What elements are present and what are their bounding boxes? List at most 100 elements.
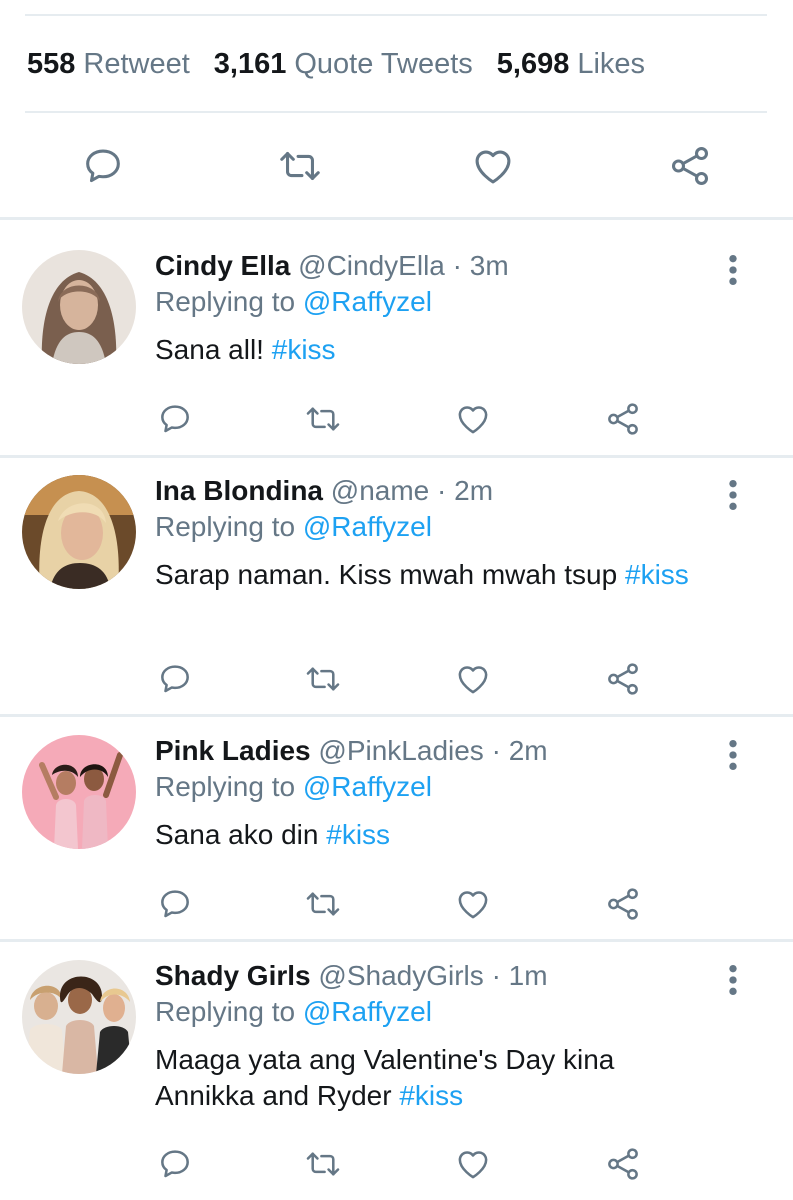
vertical-dots-icon bbox=[727, 963, 739, 997]
reply-header: Pink Ladies @PinkLadies · 2m bbox=[155, 735, 548, 767]
likes-label[interactable]: Likes bbox=[577, 48, 645, 80]
reply-button[interactable] bbox=[153, 1142, 197, 1186]
reply-actions bbox=[0, 657, 793, 701]
reply-button[interactable] bbox=[77, 140, 129, 192]
hashtag-link[interactable]: #kiss bbox=[399, 1080, 463, 1111]
share-nodes-icon bbox=[604, 885, 642, 923]
retweet-arrows-icon bbox=[304, 660, 342, 698]
reply-button[interactable] bbox=[153, 882, 197, 926]
like-button[interactable] bbox=[467, 140, 519, 192]
tweet-text: Sana all! #kiss bbox=[155, 332, 715, 368]
replying-to-label: Replying to bbox=[155, 771, 296, 802]
hashtag-link[interactable]: #kiss bbox=[272, 334, 336, 365]
hashtag-link[interactable]: #kiss bbox=[326, 819, 390, 850]
heart-icon bbox=[454, 400, 492, 438]
speech-bubble-icon bbox=[156, 400, 194, 438]
user-handle[interactable]: @ShadyGirls bbox=[318, 960, 483, 991]
retweet-button[interactable] bbox=[301, 1142, 345, 1186]
retweet-button[interactable] bbox=[301, 882, 345, 926]
reply-button[interactable] bbox=[153, 657, 197, 701]
timestamp[interactable]: · 1m bbox=[492, 960, 548, 991]
tweet-text-content: Maaga yata ang Valentine's Day kina Anni… bbox=[155, 1044, 615, 1111]
vertical-dots-icon bbox=[727, 478, 739, 512]
retweet-button[interactable] bbox=[301, 397, 345, 441]
display-name[interactable]: Pink Ladies bbox=[155, 735, 311, 766]
like-button[interactable] bbox=[451, 1142, 495, 1186]
tweet-text-content: Sana all! bbox=[155, 334, 264, 365]
avatar-photo bbox=[22, 475, 136, 589]
replying-to-label: Replying to bbox=[155, 511, 296, 542]
replying-to: Replying to @Raffyzel bbox=[155, 511, 432, 543]
avatar[interactable] bbox=[22, 960, 136, 1074]
display-name[interactable]: Cindy Ella bbox=[155, 250, 290, 281]
tweet-text-content: Sarap naman. Kiss mwah mwah tsup bbox=[155, 559, 618, 590]
retweet-arrows-icon bbox=[304, 1145, 342, 1183]
quote-tweets-count[interactable]: 3,161 bbox=[214, 48, 287, 80]
reply-actions bbox=[0, 1142, 793, 1186]
reply-button[interactable] bbox=[153, 397, 197, 441]
share-button[interactable] bbox=[664, 140, 716, 192]
share-button[interactable] bbox=[601, 1142, 645, 1186]
more-options-button[interactable] bbox=[718, 475, 748, 515]
like-button[interactable] bbox=[451, 882, 495, 926]
reply-actions bbox=[0, 882, 793, 926]
tweet-text: Sarap naman. Kiss mwah mwah tsup #kiss bbox=[155, 557, 715, 593]
speech-bubble-icon bbox=[156, 885, 194, 923]
tweet-text-content: Sana ako din bbox=[155, 819, 319, 850]
avatar[interactable] bbox=[22, 735, 136, 849]
display-name[interactable]: Shady Girls bbox=[155, 960, 311, 991]
avatar[interactable] bbox=[22, 250, 136, 364]
divider bbox=[0, 714, 793, 717]
timestamp[interactable]: · 2m bbox=[437, 475, 493, 506]
replying-to: Replying to @Raffyzel bbox=[155, 996, 432, 1028]
user-handle[interactable]: @CindyElla bbox=[298, 250, 445, 281]
share-nodes-icon bbox=[604, 400, 642, 438]
like-button[interactable] bbox=[451, 397, 495, 441]
share-button[interactable] bbox=[601, 657, 645, 701]
likes-count[interactable]: 5,698 bbox=[497, 48, 570, 80]
tweet-text: Maaga yata ang Valentine's Day kina Anni… bbox=[155, 1042, 715, 1114]
main-tweet-actions bbox=[0, 140, 793, 192]
more-options-button[interactable] bbox=[718, 250, 748, 290]
retweet-button[interactable] bbox=[301, 657, 345, 701]
user-handle[interactable]: @PinkLadies bbox=[318, 735, 483, 766]
divider bbox=[0, 217, 793, 220]
reply-header: Cindy Ella @CindyElla · 3m bbox=[155, 250, 509, 282]
share-nodes-icon bbox=[667, 143, 713, 189]
quote-tweets-label[interactable]: Quote Tweets bbox=[294, 48, 472, 80]
heart-icon bbox=[470, 143, 516, 189]
heart-icon bbox=[454, 1145, 492, 1183]
retweet-arrows-icon bbox=[304, 885, 342, 923]
share-button[interactable] bbox=[601, 397, 645, 441]
speech-bubble-icon bbox=[80, 143, 126, 189]
replying-to: Replying to @Raffyzel bbox=[155, 286, 432, 318]
top-divider bbox=[25, 14, 767, 16]
mention-link[interactable]: @Raffyzel bbox=[303, 511, 432, 542]
avatar-photo bbox=[22, 250, 136, 364]
reply-actions bbox=[0, 397, 793, 441]
mention-link[interactable]: @Raffyzel bbox=[303, 771, 432, 802]
retweet-count[interactable]: 558 bbox=[27, 48, 75, 80]
retweet-label[interactable]: Retweet bbox=[83, 48, 189, 80]
hashtag-link[interactable]: #kiss bbox=[625, 559, 689, 590]
more-options-button[interactable] bbox=[718, 960, 748, 1000]
mention-link[interactable]: @Raffyzel bbox=[303, 996, 432, 1027]
retweet-button[interactable] bbox=[274, 140, 326, 192]
retweet-arrows-icon bbox=[277, 143, 323, 189]
reply-header: Ina Blondina @name · 2m bbox=[155, 475, 493, 507]
replying-to-label: Replying to bbox=[155, 996, 296, 1027]
timestamp[interactable]: · 3m bbox=[453, 250, 509, 281]
display-name[interactable]: Ina Blondina bbox=[155, 475, 323, 506]
reply-header: Shady Girls @ShadyGirls · 1m bbox=[155, 960, 548, 992]
heart-icon bbox=[454, 660, 492, 698]
avatar[interactable] bbox=[22, 475, 136, 589]
user-handle[interactable]: @name bbox=[331, 475, 429, 506]
speech-bubble-icon bbox=[156, 1145, 194, 1183]
share-button[interactable] bbox=[601, 882, 645, 926]
like-button[interactable] bbox=[451, 657, 495, 701]
more-options-button[interactable] bbox=[718, 735, 748, 775]
engagement-stats: 558 Retweet 3,161 Quote Tweets 5,698 Likes bbox=[27, 48, 669, 81]
avatar-photo bbox=[22, 960, 136, 1074]
timestamp[interactable]: · 2m bbox=[492, 735, 548, 766]
mention-link[interactable]: @Raffyzel bbox=[303, 286, 432, 317]
